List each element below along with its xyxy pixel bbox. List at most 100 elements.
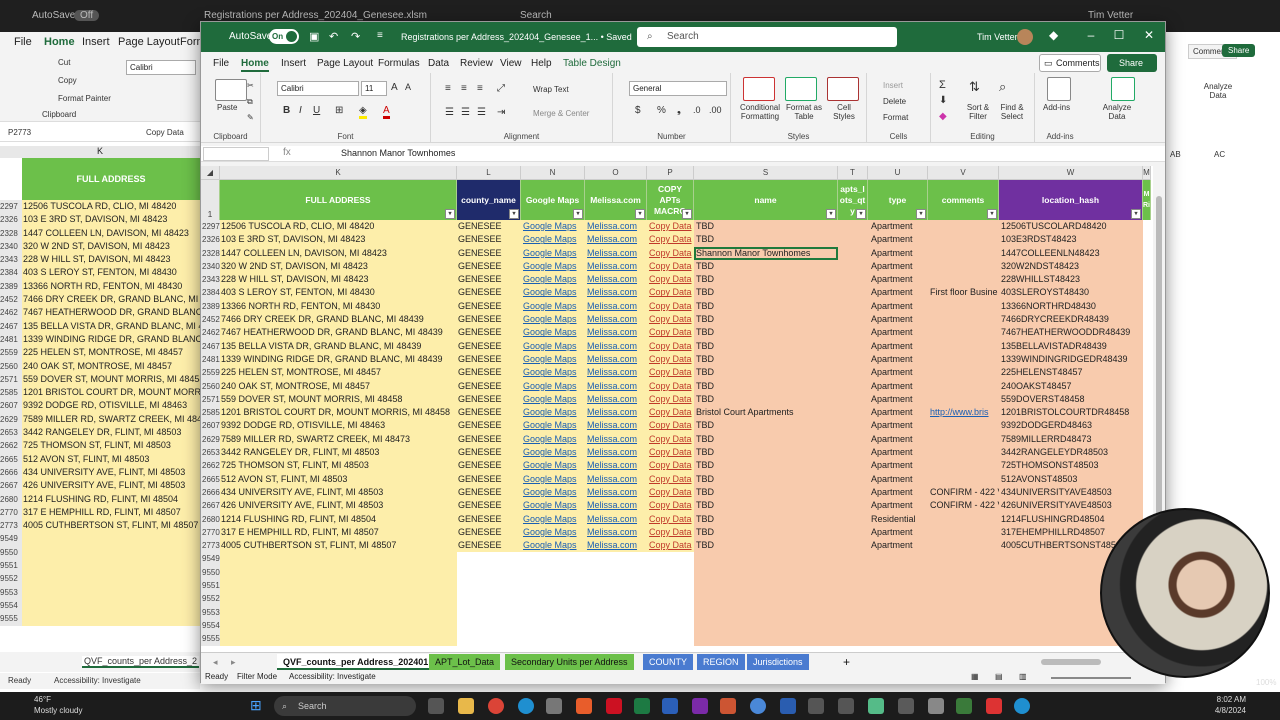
next-column-cell[interactable] [1143,339,1151,353]
county-cell[interactable]: GENESEE [457,246,521,260]
copy-data-link[interactable]: Copy Data [647,366,694,380]
location-hash-cell[interactable]: 725THOMSONST48503 [999,459,1143,473]
copy-data-link[interactable]: Copy Data [647,539,694,553]
name-cell[interactable]: TBD [694,525,838,540]
header-apts-lots-qty[interactable]: apts_l ots_qt y ▾ [838,180,868,220]
sort-filter-icon[interactable]: ⇅ [969,79,980,95]
apts-qty-cell[interactable] [838,525,868,540]
empty-cell[interactable] [647,632,694,646]
full-address-cell[interactable]: 7467 HEATHERWOOD DR, GRAND BLANC, MI 484… [220,326,457,340]
align-right-icon[interactable]: ☰ [477,107,486,118]
full-address-cell[interactable]: 4005 CUTHBERTSON ST, FLINT, MI 48507 [220,539,457,553]
apts-qty-cell[interactable] [838,419,868,433]
sheet-tab-region[interactable]: REGION [697,654,745,670]
empty-cell[interactable] [694,552,838,566]
menu-file[interactable]: File [213,58,229,69]
row-number[interactable]: 2770 [201,525,220,540]
increase-font-icon[interactable]: A [391,82,398,93]
header-melissa[interactable]: Melissa.com ▾ [585,180,647,220]
apts-qty-cell[interactable] [838,339,868,353]
comments-cell[interactable] [928,419,999,433]
avatar[interactable] [1017,29,1033,45]
merge-center-button[interactable]: Merge & Center [533,109,589,118]
name-cell[interactable]: TBD [694,313,838,327]
menu-data[interactable]: Data [428,58,449,69]
copy-data-link[interactable]: Copy Data [647,459,694,473]
empty-cell[interactable] [647,552,694,566]
empty-cell[interactable] [647,618,694,633]
copy-data-link[interactable]: Copy Data [647,446,694,460]
google-maps-link[interactable]: Google Maps [521,299,585,314]
county-cell[interactable]: GENESEE [457,220,521,234]
location-hash-cell[interactable]: 7589MILLERRD48473 [999,432,1143,447]
bg-row-number[interactable]: 2328 [0,226,22,240]
type-cell[interactable]: Apartment [868,220,928,234]
filter-dropdown-icon[interactable]: ▾ [635,209,645,219]
sort-filter-button[interactable]: Sort & Filter [961,103,995,121]
bg-col-ac[interactable]: AC [1214,150,1225,159]
increase-decimal-icon[interactable]: .0 [693,105,701,115]
insert-cells-button[interactable]: Insert [883,81,903,90]
empty-cell[interactable] [838,632,868,646]
bg-row-number[interactable]: 2452 [0,293,22,307]
header-type[interactable]: type ▾ [868,180,928,220]
word-icon[interactable] [662,698,678,714]
bg-address-cell[interactable]: 320 W 2ND ST, DAVISON, MI 48423 [22,239,200,254]
bg-address-cell[interactable]: 1214 FLUSHING RD, FLINT, MI 48504 [22,492,200,506]
melissa-link[interactable]: Melissa.com [585,379,647,393]
column-header-v[interactable]: V [928,166,999,180]
orientation-icon[interactable]: ⤢ [497,83,505,94]
next-column-cell[interactable] [1143,366,1151,380]
apts-qty-cell[interactable] [838,379,868,393]
type-cell[interactable]: Apartment [868,352,928,367]
header-county-name[interactable]: county_name ▾ [457,180,521,220]
copy-data-link[interactable]: Copy Data [647,419,694,433]
comments-cell[interactable] [928,273,999,287]
bg-row-number[interactable]: 2662 [0,439,22,453]
row-number[interactable]: 9550 [201,565,220,580]
filter-dropdown-icon[interactable]: ▾ [856,209,866,219]
apts-qty-cell[interactable] [838,313,868,327]
name-cell[interactable]: TBD [694,379,838,393]
copy-data-link[interactable]: Copy Data [647,392,694,407]
copy-data-link[interactable]: Copy Data [647,246,694,260]
select-all-corner[interactable]: ◢ [201,166,220,180]
next-column-cell[interactable] [1143,286,1151,300]
type-cell[interactable]: Apartment [868,339,928,353]
county-cell[interactable]: GENESEE [457,366,521,380]
next-column-cell[interactable] [1143,499,1151,513]
addins-button[interactable]: Add-ins [1043,103,1070,112]
bg-address-cell[interactable]: 512 AVON ST, FLINT, MI 48503 [22,452,200,466]
empty-cell[interactable] [585,579,647,593]
document-title[interactable]: Registrations per Address_202404_Genesee… [401,32,632,42]
page-break-view-icon[interactable]: ▥ [1019,672,1027,681]
bg-row-number[interactable]: 2389 [0,279,22,294]
comments-cell[interactable] [928,432,999,447]
comments-cell[interactable] [928,259,999,274]
paste-icon[interactable] [215,79,247,101]
google-maps-link[interactable]: Google Maps [521,472,585,486]
bg-empty-cell[interactable] [22,559,200,573]
location-hash-cell[interactable]: 7466DRYCREEKDR48439 [999,313,1143,327]
decrease-decimal-icon[interactable]: .00 [709,105,722,115]
google-maps-link[interactable]: Google Maps [521,419,585,433]
copy-data-link[interactable]: Copy Data [647,299,694,314]
melissa-link[interactable]: Melissa.com [585,313,647,327]
bg-autosave-toggle[interactable]: Off [74,10,100,21]
google-maps-link[interactable]: Google Maps [521,432,585,447]
copy-data-link[interactable]: Copy Data [647,352,694,367]
empty-cell[interactable] [928,605,999,619]
bg-row-number[interactable]: 2297 [0,200,22,214]
bg-status-accessibility[interactable]: Accessibility: Investigate [54,676,141,685]
align-top-icon[interactable]: ≡ [445,83,451,94]
column-header-l[interactable]: L [457,166,521,180]
row-number[interactable]: 2481 [201,352,220,367]
italic-icon[interactable]: I [299,105,302,116]
bg-row-number[interactable]: 2559 [0,346,22,360]
full-address-cell[interactable]: 725 THOMSON ST, FLINT, MI 48503 [220,459,457,473]
county-cell[interactable]: GENESEE [457,512,521,526]
comments-cell[interactable] [928,352,999,367]
location-hash-cell[interactable]: 1339WINDINGRIDGEDR48439 [999,352,1143,367]
empty-cell[interactable] [457,632,521,646]
county-cell[interactable]: GENESEE [457,499,521,513]
